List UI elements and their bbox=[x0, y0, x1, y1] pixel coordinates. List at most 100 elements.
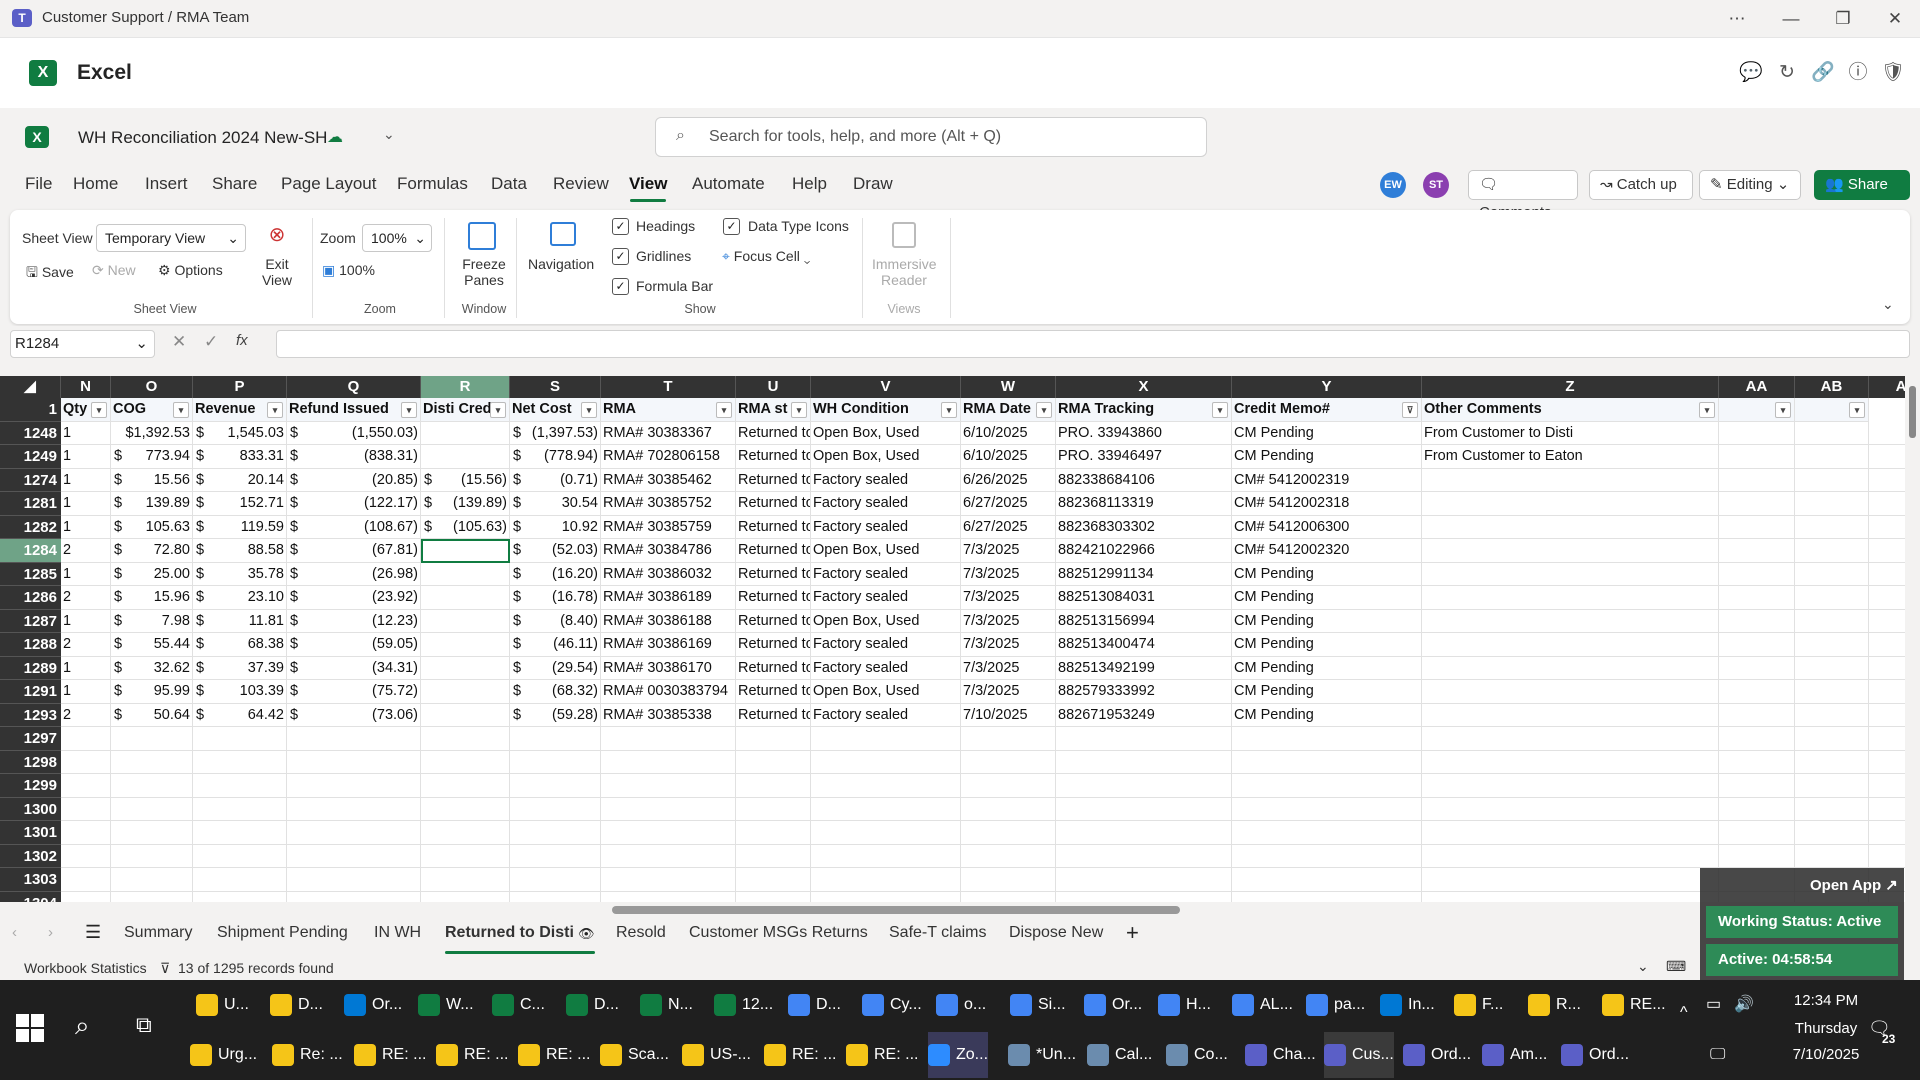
info-icon[interactable]: ⓘ bbox=[1845, 60, 1871, 86]
cell-rma[interactable]: RMA# 30385462 bbox=[601, 468, 736, 492]
cell-rma[interactable]: RMA# 30385752 bbox=[601, 492, 736, 516]
cell-cog[interactable]: $139.89 bbox=[111, 492, 193, 516]
taskbar-window[interactable]: RE: ... bbox=[764, 1032, 836, 1078]
row-header[interactable]: 1297 bbox=[0, 727, 61, 751]
cell-empty[interactable] bbox=[1869, 610, 1905, 633]
restore-button[interactable]: ❐ bbox=[1828, 6, 1858, 32]
taskbar-app[interactable]: D... bbox=[566, 982, 619, 1028]
cell-empty[interactable] bbox=[1719, 586, 1795, 610]
cell-cog[interactable]: $105.63 bbox=[111, 515, 193, 539]
cell-empty[interactable] bbox=[601, 774, 736, 798]
cell-empty[interactable] bbox=[61, 797, 111, 821]
cell-empty[interactable] bbox=[1232, 868, 1422, 892]
cell-st[interactable]: Returned to bbox=[736, 609, 811, 633]
row-header[interactable]: 1285 bbox=[0, 563, 61, 586]
cell-empty[interactable] bbox=[601, 821, 736, 845]
cell-empty[interactable] bbox=[1719, 562, 1795, 586]
cell-st[interactable]: Returned to bbox=[736, 492, 811, 516]
cell-cm[interactable]: CM Pending bbox=[1232, 609, 1422, 633]
cell-empty[interactable] bbox=[1056, 821, 1232, 845]
cell-empty[interactable] bbox=[510, 821, 601, 845]
cell-empty[interactable] bbox=[287, 774, 421, 798]
cell-empty[interactable] bbox=[421, 727, 510, 751]
cell-track[interactable]: 882368113319 bbox=[1056, 492, 1232, 516]
row-header[interactable]: 1289 bbox=[0, 657, 61, 680]
cell-empty[interactable] bbox=[736, 891, 811, 902]
taskbar-app[interactable]: D... bbox=[270, 982, 323, 1028]
cell-empty[interactable] bbox=[287, 727, 421, 751]
cell-cog[interactable]: $72.80 bbox=[111, 539, 193, 563]
cell-cond[interactable]: Factory sealed bbox=[811, 656, 961, 680]
zoom-100-button[interactable]: ▣ 100% bbox=[322, 262, 375, 279]
cell-rma[interactable]: RMA# 30386032 bbox=[601, 562, 736, 586]
avatar[interactable]: ST bbox=[1423, 172, 1449, 198]
cell-empty[interactable] bbox=[1795, 539, 1869, 563]
cell-empty[interactable] bbox=[1869, 516, 1905, 539]
cell-empty[interactable] bbox=[421, 821, 510, 845]
taskbar-app[interactable]: 12... bbox=[714, 982, 773, 1028]
taskbar-window[interactable]: RE: ... bbox=[436, 1032, 508, 1078]
row-header[interactable]: 1300 bbox=[0, 798, 61, 821]
cell-cm[interactable]: CM Pending bbox=[1232, 703, 1422, 727]
cell-cond[interactable]: Open Box, Used bbox=[811, 539, 961, 563]
cell-empty[interactable] bbox=[1422, 750, 1719, 774]
cell-track[interactable]: 882513084031 bbox=[1056, 586, 1232, 610]
cell-st[interactable]: Returned to bbox=[736, 539, 811, 563]
cell-empty[interactable] bbox=[736, 821, 811, 845]
name-box[interactable]: R1284 ⌄ bbox=[10, 330, 155, 358]
cell-cm[interactable]: CM# 5412002320 bbox=[1232, 539, 1422, 563]
cell-empty[interactable] bbox=[1719, 468, 1795, 492]
cell-qty[interactable]: 1 bbox=[61, 656, 111, 680]
filter-dropdown-icon[interactable]: ▾ bbox=[267, 402, 283, 418]
cell-net[interactable]: $ (0.71) bbox=[510, 468, 601, 492]
cell-rma[interactable]: RMA# 702806158 bbox=[601, 445, 736, 469]
cell-qty[interactable]: 2 bbox=[61, 703, 111, 727]
cell-empty[interactable] bbox=[1795, 703, 1869, 727]
filter-dropdown-icon[interactable]: ▾ bbox=[490, 402, 506, 418]
taskbar-window[interactable]: Urg... bbox=[190, 1032, 257, 1078]
cell-empty[interactable] bbox=[193, 727, 287, 751]
cell-empty[interactable] bbox=[1056, 891, 1232, 902]
filter-dropdown-icon[interactable]: ▾ bbox=[941, 402, 957, 418]
options-button[interactable]: ⚙ Options bbox=[158, 262, 223, 279]
cell-date[interactable]: 6/26/2025 bbox=[961, 468, 1056, 492]
cell-empty[interactable] bbox=[1869, 657, 1905, 680]
tab-formulas[interactable]: Formulas bbox=[397, 174, 468, 194]
cell-empty[interactable] bbox=[1232, 844, 1422, 868]
cell-st[interactable]: Returned to bbox=[736, 680, 811, 704]
cell-cm[interactable]: CM# 5412006300 bbox=[1232, 515, 1422, 539]
cell-cm[interactable]: CM Pending bbox=[1232, 656, 1422, 680]
cell-empty[interactable] bbox=[1795, 844, 1869, 868]
filter-dropdown-icon[interactable]: ▾ bbox=[1699, 402, 1715, 418]
cell-empty[interactable] bbox=[1719, 539, 1795, 563]
cell-empty[interactable] bbox=[1795, 586, 1869, 610]
taskbar-app[interactable]: R... bbox=[1528, 982, 1581, 1028]
cell-qty[interactable]: 1 bbox=[61, 562, 111, 586]
column-header-ac[interactable]: AC bbox=[1869, 376, 1905, 398]
cell-net[interactable]: $ (16.78) bbox=[510, 586, 601, 610]
cell-empty[interactable] bbox=[111, 868, 193, 892]
cell-track[interactable]: 882421022966 bbox=[1056, 539, 1232, 563]
taskbar-app[interactable]: o... bbox=[936, 982, 986, 1028]
cell-empty[interactable] bbox=[1719, 633, 1795, 657]
taskbar-window[interactable]: US-... bbox=[682, 1032, 751, 1078]
row-header[interactable]: 1284 bbox=[0, 539, 61, 563]
cell-st[interactable]: Returned to bbox=[736, 468, 811, 492]
cell-empty[interactable] bbox=[61, 727, 111, 751]
working-status-badge[interactable]: Working Status: Active bbox=[1706, 906, 1898, 938]
taskbar-window[interactable]: Ord... bbox=[1403, 1032, 1471, 1078]
cell-empty[interactable] bbox=[601, 727, 736, 751]
row-header[interactable]: 1291 bbox=[0, 680, 61, 704]
vertical-scroll-thumb[interactable] bbox=[1909, 386, 1916, 438]
tab-page-layout[interactable]: Page Layout bbox=[281, 174, 376, 194]
collapse-ribbon-chevron-icon[interactable]: ⌄ bbox=[1882, 296, 1894, 313]
row-header[interactable]: 1248 bbox=[0, 422, 61, 445]
cell-rev[interactable]: $37.39 bbox=[193, 656, 287, 680]
cell-cog[interactable]: $773.94 bbox=[111, 445, 193, 469]
cell-cm[interactable]: CM# 5412002319 bbox=[1232, 468, 1422, 492]
cell-date[interactable]: 7/3/2025 bbox=[961, 656, 1056, 680]
filter-dropdown-icon[interactable]: ▾ bbox=[1212, 402, 1228, 418]
cell-track[interactable]: 882513156994 bbox=[1056, 609, 1232, 633]
taskbar-window[interactable]: RE: ... bbox=[354, 1032, 426, 1078]
minimize-button[interactable]: — bbox=[1776, 6, 1806, 32]
